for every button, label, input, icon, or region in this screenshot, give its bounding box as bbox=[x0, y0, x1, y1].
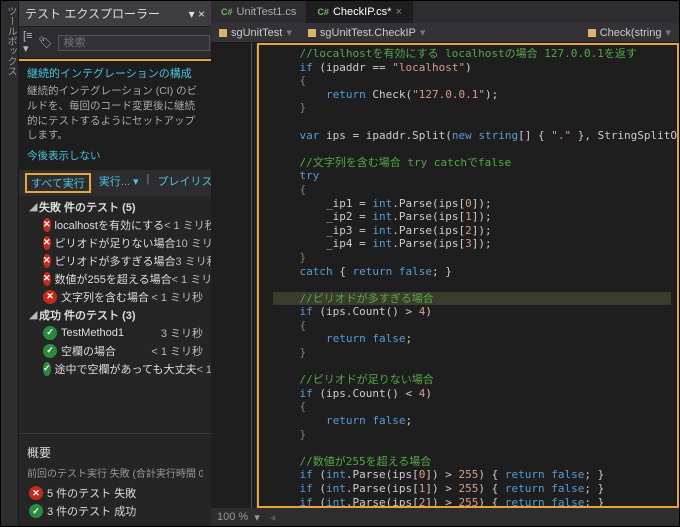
ci-info-box: 継続的インテグレーションの構成 継続的インテグレーション (CI) のビルドを、… bbox=[19, 61, 211, 170]
summary-box: 概要 前回のテスト実行 失敗 (合計実行時間 0:00:… ✕ 5 件のテスト … bbox=[19, 433, 211, 526]
summary-last-run: 前回のテスト実行 失敗 (合計実行時間 0:00:… bbox=[27, 465, 203, 480]
summary-pass-text: 3 件のテスト 成功 bbox=[47, 503, 136, 519]
run-menu[interactable]: 実行... ▾ bbox=[99, 173, 139, 193]
fail-icon: ✕ bbox=[43, 218, 51, 232]
test-item[interactable]: ✕localhostを有効にする< 1 ミリ秒 bbox=[19, 216, 211, 234]
gutter bbox=[211, 43, 257, 526]
breadcrumb-item[interactable]: Check(string ▾ bbox=[580, 26, 679, 39]
pass-icon: ✓ bbox=[29, 504, 43, 518]
editor-tab[interactable]: C#UnitTest1.cs bbox=[211, 1, 307, 23]
namespace-icon bbox=[588, 29, 596, 37]
test-item[interactable]: ✕ピリオドが多すぎる場合3 ミリ秒 bbox=[19, 252, 211, 270]
code-editor[interactable]: //localhostを有効にする localhostの場合 127.0.0.1… bbox=[257, 43, 679, 508]
namespace-icon bbox=[308, 29, 316, 37]
editor-tab[interactable]: C#CheckIP.cs* × bbox=[307, 1, 412, 23]
search-input[interactable] bbox=[58, 35, 210, 51]
run-toolbar: すべて実行 実行... ▾ | プレイリスト: すべての bbox=[19, 170, 211, 196]
test-explorer-title: テスト エクスプローラー ▾ × bbox=[19, 1, 211, 27]
test-item[interactable]: ✓TestMethod13 ミリ秒 bbox=[19, 324, 211, 342]
dropdown-icon[interactable]: ▾ bbox=[254, 511, 260, 524]
playlist-menu[interactable]: プレイリスト: すべての bbox=[157, 173, 211, 193]
filter-icon[interactable]: 🏷 bbox=[38, 36, 52, 49]
fail-icon: ✕ bbox=[43, 290, 57, 304]
test-item[interactable]: ✕文字列を含む場合< 1 ミリ秒 bbox=[19, 288, 211, 306]
pass-icon: ✓ bbox=[43, 362, 51, 376]
test-item[interactable]: ✓空欄の場合< 1 ミリ秒 bbox=[19, 342, 211, 360]
summary-pass-row: ✓ 3 件のテスト 成功 bbox=[27, 502, 203, 520]
group-icon[interactable]: [≡ ▾ bbox=[23, 30, 32, 55]
summary-fail-text: 5 件のテスト 失敗 bbox=[47, 485, 136, 501]
test-tree[interactable]: ◢ 失敗 件のテスト (5)✕localhostを有効にする< 1 ミリ秒✕ピリ… bbox=[19, 196, 211, 433]
run-all-button[interactable]: すべて実行 bbox=[25, 173, 91, 193]
csharp-icon: C# bbox=[221, 7, 233, 17]
test-group[interactable]: ◢ 失敗 件のテスト (5) bbox=[19, 198, 211, 216]
pin-icon[interactable]: ▾ × bbox=[189, 7, 205, 21]
ci-dismiss-link[interactable]: 今後表示しない bbox=[27, 149, 203, 164]
test-item[interactable]: ✓途中で空欄があっても大丈夫< 1 ミリ秒 bbox=[19, 360, 211, 378]
panel-title-text: テスト エクスプローラー bbox=[25, 5, 160, 22]
breadcrumb-item[interactable]: sgUnitTest.CheckIP ▾ bbox=[300, 26, 580, 39]
fail-icon: ✕ bbox=[29, 486, 43, 500]
editor-tabs: C#UnitTest1.csC#CheckIP.cs* × bbox=[211, 1, 679, 23]
vertical-tab-toolbox[interactable]: ツールボックス bbox=[1, 1, 19, 526]
close-icon[interactable]: × bbox=[395, 6, 401, 18]
editor-statusbar: 100 % ▾ ◂ bbox=[211, 508, 679, 526]
test-item[interactable]: ✕数値が255を超える場合< 1 ミリ秒 bbox=[19, 270, 211, 288]
test-group[interactable]: ◢ 成功 件のテスト (3) bbox=[19, 306, 211, 324]
test-explorer-panel: テスト エクスプローラー ▾ × [≡ ▾ 🏷 🔍 継続的インテグレーションの構… bbox=[19, 1, 211, 526]
editor-area: C#UnitTest1.csC#CheckIP.cs* × sgUnitTest… bbox=[211, 1, 679, 526]
test-explorer-toolbar: [≡ ▾ 🏷 🔍 bbox=[19, 27, 211, 59]
summary-title: 概要 bbox=[27, 444, 203, 461]
code-wrap: //localhostを有効にする localhostの場合 127.0.0.1… bbox=[211, 43, 679, 526]
breadcrumb: sgUnitTest ▾sgUnitTest.CheckIP ▾Check(st… bbox=[211, 23, 679, 43]
pass-icon: ✓ bbox=[43, 326, 57, 340]
zoom-level[interactable]: 100 % bbox=[217, 511, 248, 523]
fail-icon: ✕ bbox=[43, 272, 51, 286]
fail-icon: ✕ bbox=[43, 236, 51, 250]
test-item[interactable]: ✕ピリオドが足りない場合10 ミリ秒 bbox=[19, 234, 211, 252]
ci-title: 継続的インテグレーションの構成 bbox=[27, 67, 203, 82]
summary-fail-row: ✕ 5 件のテスト 失敗 bbox=[27, 484, 203, 502]
pass-icon: ✓ bbox=[43, 344, 57, 358]
fail-icon: ✕ bbox=[43, 254, 51, 268]
namespace-icon bbox=[219, 29, 227, 37]
breadcrumb-item[interactable]: sgUnitTest ▾ bbox=[211, 26, 300, 39]
ci-body: 継続的インテグレーション (CI) のビルドを、毎回のコード変更後に継続的にテス… bbox=[27, 84, 203, 143]
csharp-icon: C# bbox=[317, 7, 329, 17]
